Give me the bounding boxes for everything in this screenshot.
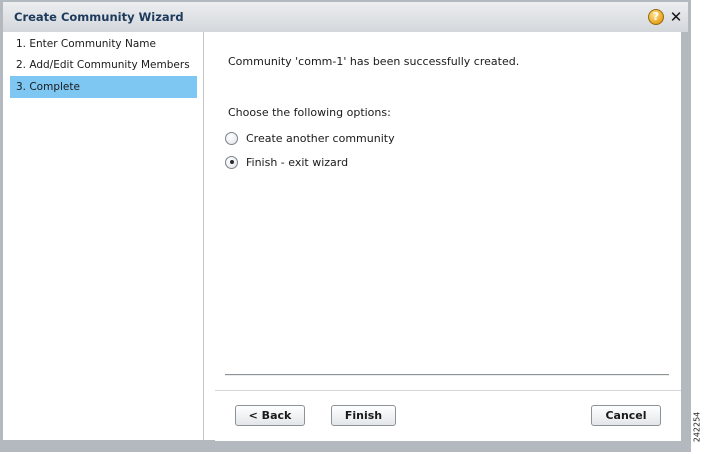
help-icon[interactable]: ? [648, 9, 664, 25]
close-icon[interactable]: ✕ [669, 9, 683, 25]
title-bar: Create Community Wizard ? ✕ [3, 2, 688, 32]
option-create-another[interactable]: Create another community [225, 129, 395, 147]
button-bar: < Back Finish Cancel [215, 390, 681, 441]
finish-exit-radio[interactable] [225, 155, 238, 169]
step-add-edit-members[interactable]: 2. Add/Edit Community Members [10, 54, 197, 76]
dialog-body: 1. Enter Community Name 2. Add/Edit Comm… [3, 32, 681, 441]
figure-id-text: 242254 [692, 411, 702, 443]
wizard-content: Community 'comm-1' has been successfully… [205, 32, 681, 441]
dialog-title: Create Community Wizard [14, 10, 184, 24]
options-prompt: Choose the following options: [228, 106, 391, 119]
figure-id-label: 242254 [690, 402, 704, 452]
create-another-label: Create another community [246, 131, 395, 145]
option-finish-exit[interactable]: Finish - exit wizard [225, 153, 348, 171]
wizard-steps-panel: 1. Enter Community Name 2. Add/Edit Comm… [3, 32, 204, 440]
step-enter-community-name[interactable]: 1. Enter Community Name [10, 33, 197, 55]
create-another-radio[interactable] [225, 131, 238, 145]
finish-exit-label: Finish - exit wizard [246, 155, 349, 169]
cancel-button[interactable]: Cancel [591, 405, 661, 426]
step-complete[interactable]: 3. Complete [10, 76, 197, 98]
back-button[interactable]: < Back [235, 405, 305, 426]
content-divider [225, 374, 669, 376]
wizard-dialog: Create Community Wizard ? ✕ 1. Enter Com… [0, 0, 691, 452]
finish-button[interactable]: Finish [331, 405, 396, 426]
success-message: Community 'comm-1' has been successfully… [228, 55, 520, 68]
